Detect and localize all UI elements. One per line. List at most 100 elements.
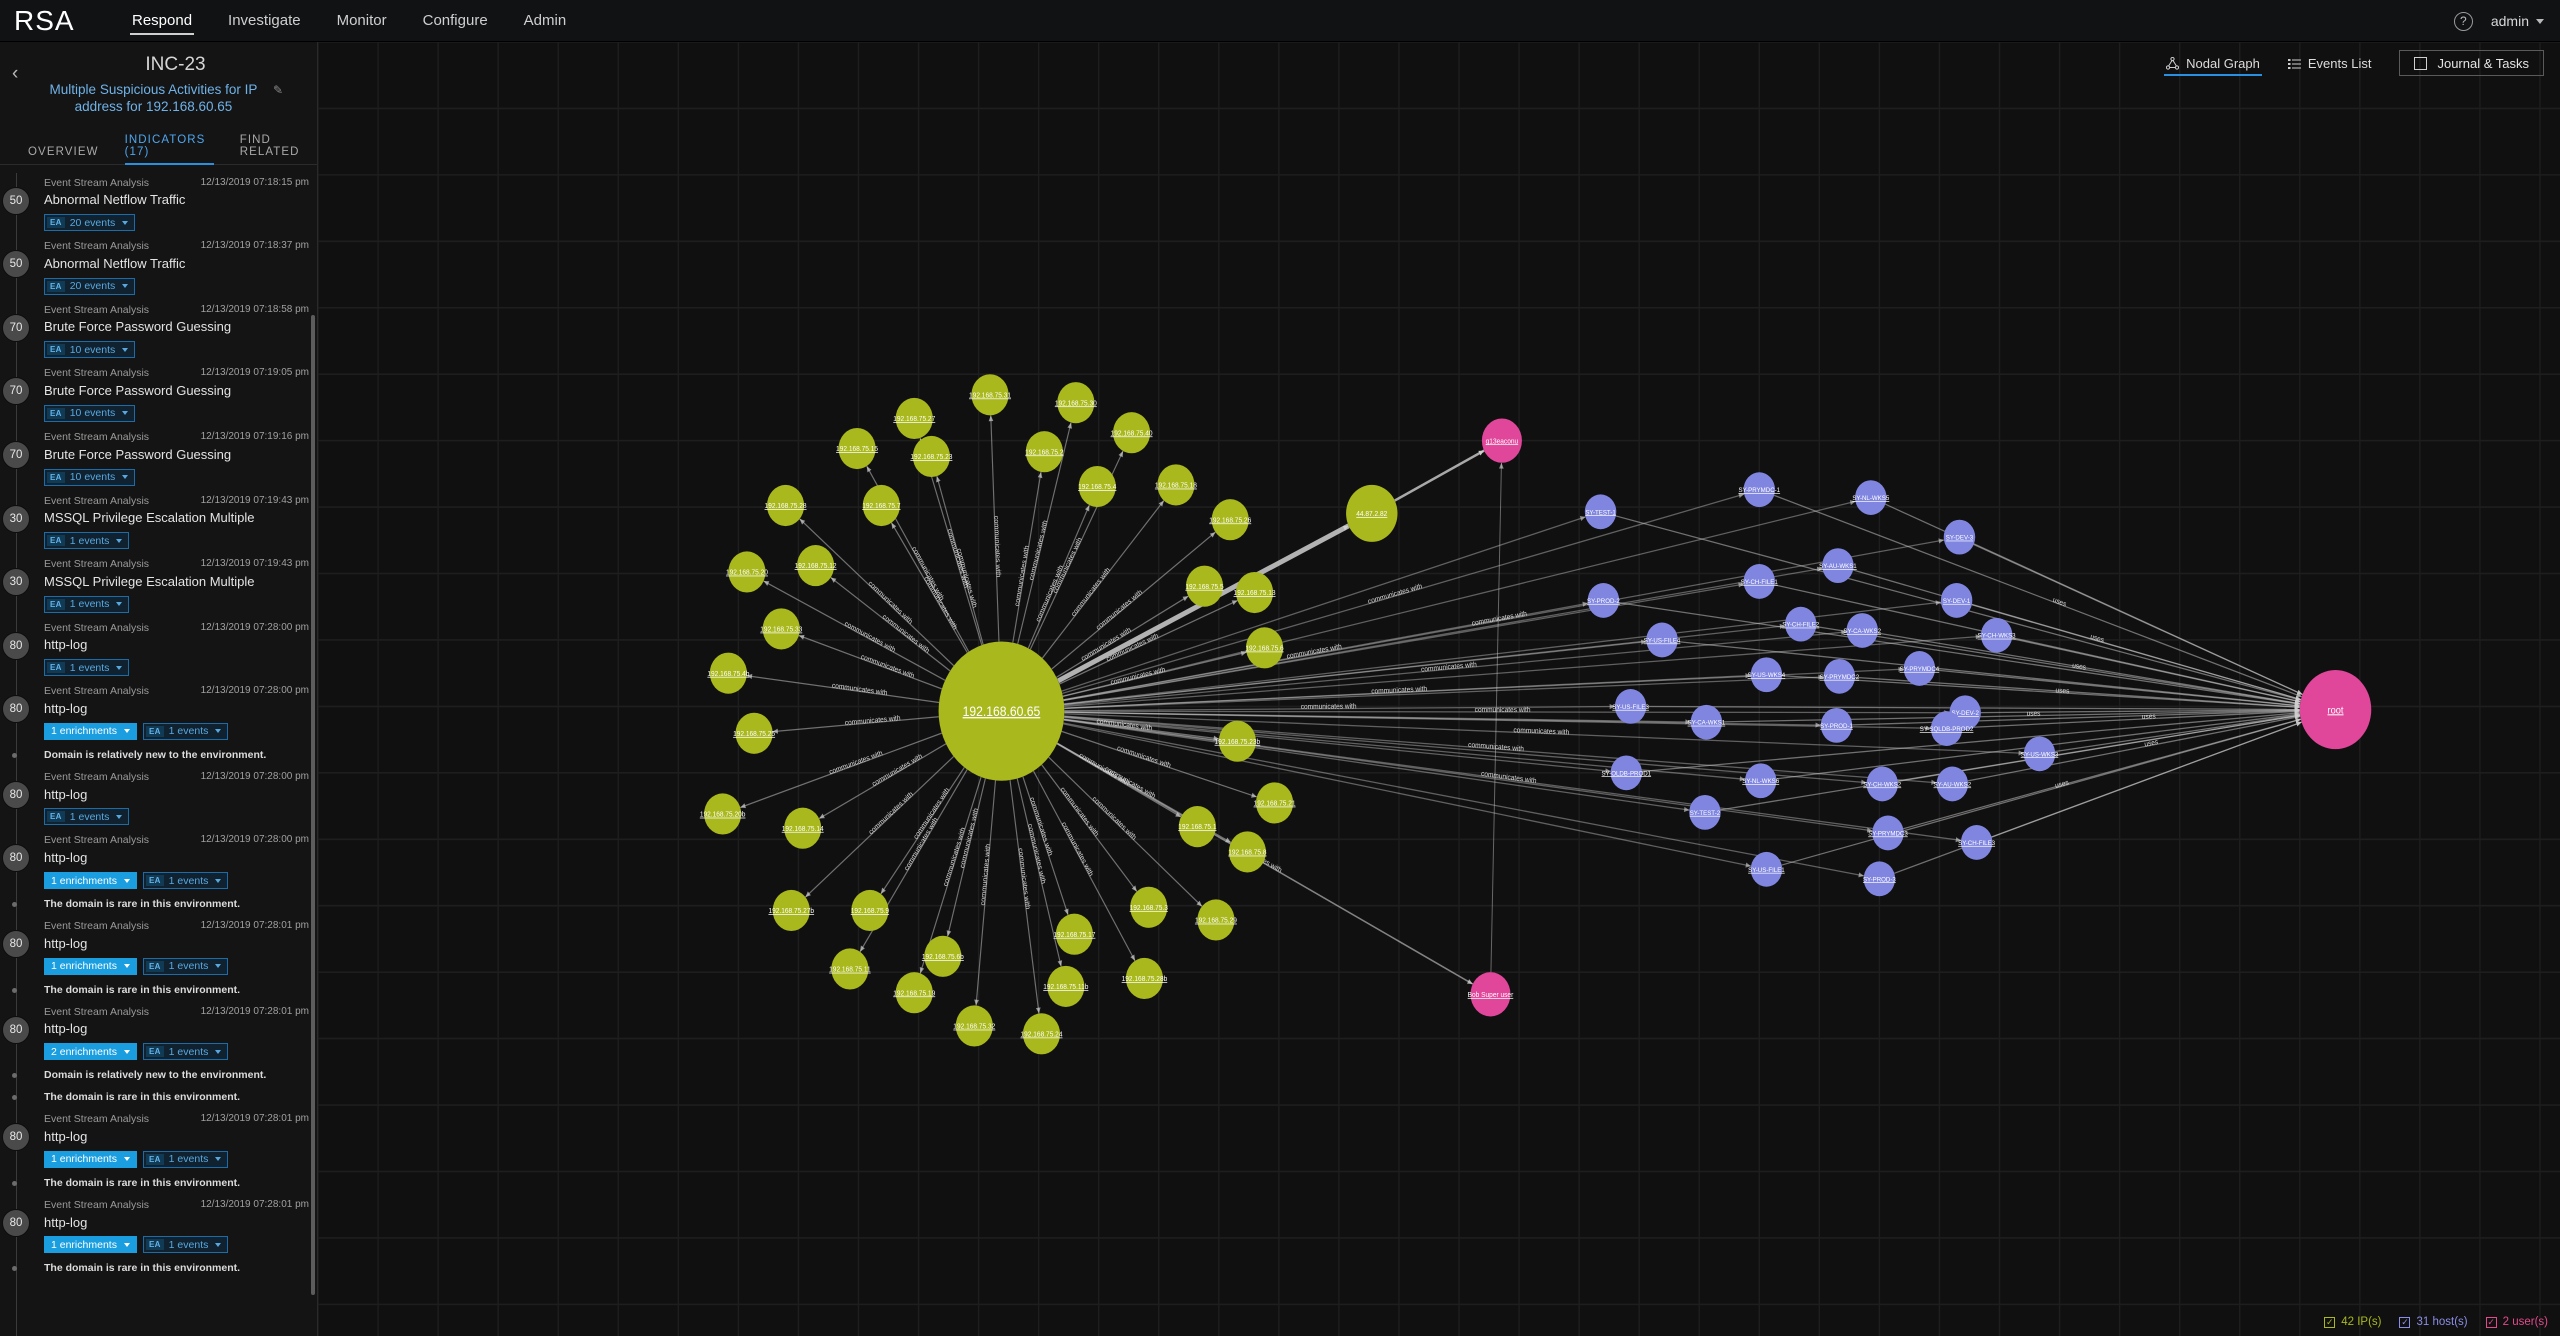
nodal-graph-panel[interactable]: Nodal Graph Events List Journal & Tasks c… (318, 42, 2560, 1336)
graph-node-host[interactable]: SY-PRYMDC3 (1868, 815, 1908, 851)
legend-hosts[interactable]: ✓ 31 host(s) (2399, 1316, 2468, 1328)
graph-node-host[interactable]: SY-CH-FILE1 (1741, 564, 1778, 599)
graph-node-host[interactable]: SY-PROD-2 (1587, 583, 1620, 618)
events-chip[interactable]: EA 10 events (44, 404, 136, 422)
enrichments-chip[interactable]: 1 enrichments (44, 1236, 137, 1254)
indicator-row[interactable]: 30 12/13/2019 07:19:43 pm Event Stream Ana… (0, 554, 317, 618)
graph-node-ip[interactable]: 192.168.75.17 (1053, 913, 1096, 955)
graph-canvas[interactable]: communicates with communicates withcommun… (318, 42, 2560, 1336)
nav-item-configure[interactable]: Configure (405, 0, 506, 42)
journal-and-tasks-button[interactable]: Journal & Tasks (2399, 50, 2544, 76)
graph-node-host[interactable]: SY-CH-FILE2 (1782, 606, 1820, 642)
indicator-row[interactable]: 30 12/13/2019 07:19:43 pm Event Stream Ana… (0, 491, 317, 555)
graph-node-host[interactable]: SY-US-WKS4 (1748, 657, 1786, 693)
checkbox-icon[interactable]: ✓ (2399, 1316, 2411, 1328)
graph-node-ip[interactable]: 192.168.75.6 (1245, 627, 1284, 669)
graph-node-ip[interactable]: 192.168.75.15 (836, 427, 878, 470)
events-chip[interactable]: EA 10 events (44, 341, 136, 359)
graph-node-host[interactable]: SY-US-WKS3 (2021, 736, 2059, 772)
tab-indicators[interactable]: INDICATORS (17) (124, 134, 214, 165)
graph-node-ip[interactable]: 192.168.75.24 (1021, 1013, 1063, 1055)
graph-node-ip[interactable]: 192.168.75.30 (1055, 382, 1097, 424)
indicator-row[interactable]: 80 12/13/2019 07:28:00 pm Event Stream Ana… (0, 830, 317, 894)
graph-node-ip[interactable]: 192.168.75.11 (829, 948, 871, 990)
events-chip[interactable]: EA 20 events (44, 277, 136, 295)
tab-find-related[interactable]: FIND RELATED (240, 134, 317, 165)
graph-node-ip[interactable]: 192.168.75.26 (1209, 499, 1251, 541)
graph-node-ip[interactable]: 192.168.75.19 (893, 972, 935, 1014)
graph-node-ip[interactable]: 192.168.75.1 (1178, 806, 1217, 848)
events-chip[interactable]: EA 1 events (142, 957, 229, 975)
graph-node-ip[interactable]: 192.168.75.27 (893, 397, 935, 440)
graph-node-ip[interactable]: 192.168.75.2 (1025, 431, 1064, 473)
checkbox-icon[interactable]: ✓ (2485, 1316, 2497, 1328)
graph-node-host[interactable]: SY-US-FILE3 (1612, 689, 1649, 724)
graph-node-ip[interactable]: 192.168.75.8 (1228, 831, 1267, 873)
graph-node-ip[interactable]: 192.168.75.14 (782, 807, 824, 849)
graph-node-ip[interactable]: 192.168.60.65 (938, 641, 1065, 781)
help-icon[interactable]: ? (2453, 11, 2473, 31)
indicator-row[interactable]: 70 12/13/2019 07:19:05 pm Event Stream Ana… (0, 363, 317, 427)
graph-node-ip[interactable]: 192.168.75.21 (1254, 782, 1296, 824)
graph-node-ip[interactable]: 192.168.75.28b (1122, 957, 1168, 1000)
events-chip[interactable]: EA 1 events (142, 872, 229, 890)
indicator-row[interactable]: 50 12/13/2019 07:18:37 pm Event Stream Ana… (0, 236, 317, 300)
graph-node-user[interactable]: Bob Super user (1468, 972, 1514, 1017)
view-tab-nodal-graph[interactable]: Nodal Graph (2152, 42, 2274, 84)
enrichments-chip[interactable]: 1 enrichments (44, 722, 137, 740)
events-chip[interactable]: EA 1 events (142, 1150, 229, 1168)
graph-node-host[interactable]: SY-CH-WKS3 (1978, 617, 2016, 653)
graph-node-host[interactable]: SY-PRYMDC2 (1820, 658, 1860, 694)
graph-node-host[interactable]: SY-PROD-1 (1820, 707, 1853, 743)
back-chevron-left-icon[interactable]: ‹ (12, 64, 18, 83)
indicator-row[interactable]: 80 12/13/2019 07:28:01 pm Event Stream Ana… (0, 916, 317, 980)
graph-node-host[interactable]: SY-CH-FILE3 (1958, 825, 1995, 860)
graph-node-ip[interactable]: 192.168.75.4 (1078, 465, 1117, 508)
graph-node-ip[interactable]: 44.87.2.82 (1346, 484, 1398, 542)
graph-node-ip[interactable]: 192.168.75.40 (1111, 412, 1153, 454)
graph-node-ip[interactable]: 192.168.75.18 (1155, 464, 1197, 506)
graph-node-ip[interactable]: 192.168.75.4b (707, 652, 749, 694)
graph-node-ip[interactable]: 192.168.75.13 (1234, 571, 1276, 614)
enrichments-chip[interactable]: 1 enrichments (44, 957, 137, 975)
indicator-row[interactable]: 80 12/13/2019 07:28:01 pm Event Stream Ana… (0, 1109, 317, 1173)
incident-title[interactable]: Multiple Suspicious Activities for IP ad… (46, 81, 261, 116)
enrichments-chip[interactable]: 2 enrichments (44, 1043, 137, 1061)
events-chip[interactable]: EA 1 events (44, 532, 130, 550)
graph-node-host[interactable]: SY-TEST-2 (1689, 794, 1721, 830)
events-chip[interactable]: EA 1 events (44, 595, 130, 613)
graph-node-host[interactable]: SY-CA-WKS2 (1843, 613, 1881, 648)
indicator-row[interactable]: 80 12/13/2019 07:28:01 pm Event Stream Ana… (0, 1195, 317, 1259)
legend-ips[interactable]: ✓ 42 IP(s) (2324, 1316, 2381, 1328)
graph-node-ip[interactable]: 192.168.75.33 (760, 608, 802, 650)
user-menu[interactable]: admin (2491, 13, 2544, 29)
nav-item-admin[interactable]: Admin (506, 0, 585, 42)
graph-node-host[interactable]: SY-US-FILE1 (1748, 851, 1785, 887)
graph-node-host[interactable]: SY-PRYMDC-1 (1738, 472, 1780, 508)
graph-node-ip[interactable]: 192.168.75.32 (953, 1005, 995, 1047)
tab-overview[interactable]: OVERVIEW (28, 146, 99, 165)
indicator-row[interactable]: 50 12/13/2019 07:18:15 pm Event Stream Ana… (0, 173, 317, 237)
events-chip[interactable]: EA 20 events (44, 214, 136, 232)
graph-node-host[interactable]: SY-DEV-1 (1940, 583, 1973, 618)
indicator-list[interactable]: 50 12/13/2019 07:18:15 pm Event Stream Ana… (0, 165, 317, 1336)
graph-node-host[interactable]: SY-NL-WKS5 (1852, 480, 1890, 515)
indicator-row[interactable]: 80 12/13/2019 07:28:00 pm Event Stream Ana… (0, 618, 317, 682)
indicator-row[interactable]: 80 12/13/2019 07:28:00 pm Event Stream Ana… (0, 767, 317, 831)
enrichments-chip[interactable]: 1 enrichments (44, 1150, 137, 1168)
legend-users[interactable]: ✓ 2 user(s) (2485, 1316, 2548, 1328)
graph-node-ip[interactable]: 192.168.75.25 (733, 712, 775, 754)
graph-node-user[interactable]: root (2299, 670, 2372, 750)
graph-node-host[interactable]: SY-DEV-3 (1943, 519, 1976, 555)
nav-item-investigate[interactable]: Investigate (210, 0, 319, 42)
view-tab-events-list[interactable]: Events List (2274, 42, 2386, 84)
indicator-row[interactable]: 80 12/13/2019 07:28:01 pm Event Stream Ana… (0, 1002, 317, 1066)
events-chip[interactable]: EA 1 events (44, 659, 130, 677)
events-chip[interactable]: EA 1 events (142, 1236, 229, 1254)
graph-node-host[interactable]: SY-CA-WKS1 (1688, 704, 1726, 740)
indicator-row[interactable]: 80 12/13/2019 07:28:00 pm Event Stream Ana… (0, 681, 317, 745)
nav-item-respond[interactable]: Respond (114, 0, 210, 42)
graph-node-ip[interactable]: 192.168.75.23 (910, 435, 953, 478)
graph-node-host[interactable]: SY-AU-WKS1 (1819, 548, 1857, 584)
graph-node-host[interactable]: SY-TEST-1 (1584, 494, 1617, 530)
